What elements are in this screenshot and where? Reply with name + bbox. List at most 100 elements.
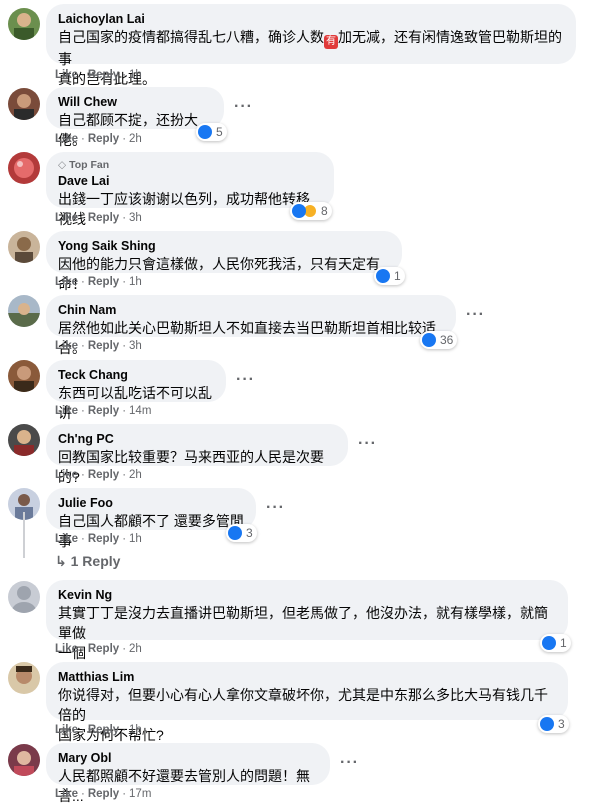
like-link[interactable]: Like bbox=[55, 724, 78, 736]
reply-link[interactable]: Reply bbox=[88, 643, 119, 655]
more-options-button[interactable]: ··· bbox=[236, 371, 255, 389]
reaction-summary[interactable]: 5 bbox=[196, 123, 227, 141]
reaction-summary[interactable]: 1 bbox=[374, 267, 405, 285]
avatar[interactable] bbox=[8, 581, 40, 613]
reply-link[interactable]: Reply bbox=[88, 469, 119, 481]
timestamp[interactable]: 3h bbox=[129, 340, 142, 352]
comment-author[interactable]: Dave Lai bbox=[58, 173, 322, 189]
comment-author[interactable]: Kevin Ng bbox=[58, 587, 556, 603]
avatar[interactable] bbox=[8, 360, 40, 392]
top-fan-label: Top Fan bbox=[69, 159, 110, 171]
comment-bubble: ◇ Top Fan Dave Lai 出錢一丁应该谢谢以色列，成功帮他转移视线 bbox=[46, 152, 334, 227]
timestamp[interactable]: 2h bbox=[129, 133, 142, 145]
reply-link[interactable]: Reply bbox=[88, 276, 119, 288]
more-options-button[interactable]: ··· bbox=[358, 435, 377, 453]
emoji-badge: 有 bbox=[324, 35, 338, 49]
timestamp[interactable]: 1h bbox=[129, 276, 142, 288]
reaction-summary[interactable]: 3 bbox=[538, 715, 569, 733]
avatar[interactable] bbox=[8, 8, 40, 40]
comment-author[interactable]: Ch'ng PC bbox=[58, 431, 336, 447]
like-icon bbox=[542, 636, 556, 650]
timestamp[interactable]: 3h bbox=[129, 212, 142, 224]
reply-link[interactable]: Reply bbox=[88, 724, 119, 736]
like-link[interactable]: Like bbox=[55, 643, 78, 655]
reply-link[interactable]: Reply bbox=[88, 788, 119, 800]
timestamp[interactable]: 2h bbox=[129, 643, 142, 655]
more-options-button[interactable]: ··· bbox=[234, 98, 253, 116]
avatar[interactable] bbox=[8, 295, 40, 327]
reply-link[interactable]: Reply bbox=[88, 533, 119, 545]
like-link[interactable]: Like bbox=[55, 788, 78, 800]
timestamp[interactable]: 1h bbox=[129, 69, 142, 81]
like-link[interactable]: Like bbox=[55, 276, 78, 288]
like-link[interactable]: Like bbox=[55, 340, 78, 352]
timestamp[interactable]: 17m bbox=[129, 788, 151, 800]
timestamp[interactable]: 1h bbox=[129, 533, 142, 545]
comment-author[interactable]: Will Chew bbox=[58, 94, 212, 110]
more-options-button[interactable]: ··· bbox=[340, 754, 359, 772]
separator: · bbox=[122, 643, 127, 655]
comment-actions: Like · Reply · 3h bbox=[55, 340, 142, 352]
like-link[interactable]: Like bbox=[55, 212, 78, 224]
comment-author[interactable]: Matthias Lim bbox=[58, 669, 556, 685]
avatar[interactable] bbox=[8, 152, 40, 184]
reaction-count: 8 bbox=[321, 204, 328, 218]
reaction-count: 36 bbox=[440, 333, 454, 347]
comment-author[interactable]: Laichoylan Lai bbox=[58, 11, 564, 27]
avatar[interactable] bbox=[8, 231, 40, 263]
comment-actions: Like · Reply · 3h bbox=[55, 212, 142, 224]
reply-link[interactable]: Reply bbox=[88, 405, 119, 417]
comment-text: 自己国家的疫情都搞得乱七八糟，确诊人数有加无减，还有闲情逸致管巴勒斯坦的事 bbox=[58, 27, 564, 69]
view-replies-link[interactable]: ↳ 1 Reply bbox=[55, 553, 120, 570]
like-link[interactable]: Like bbox=[55, 69, 78, 81]
like-icon bbox=[540, 717, 554, 731]
avatar[interactable] bbox=[8, 662, 40, 694]
reply-link[interactable]: Reply bbox=[88, 69, 119, 81]
avatar[interactable] bbox=[8, 424, 40, 456]
comment-actions: Like · Reply · 1h bbox=[55, 533, 142, 545]
reaction-summary[interactable]: 36 bbox=[420, 331, 458, 349]
comment-text: 自己国人都顧不了 還要多管閒事 bbox=[58, 513, 244, 549]
reply-link[interactable]: Reply bbox=[88, 133, 119, 145]
like-link[interactable]: Like bbox=[55, 469, 78, 481]
comment-text: 因他的能力只會這樣做，人民你死我活，只有天定有命！ bbox=[58, 256, 380, 292]
comment-bubble: Matthias Lim 你说得对，但要小心有心人拿你文章破坏你，尤其是中东那么… bbox=[46, 662, 568, 743]
comment-text: 人民都照顧不好還要去管別人的問題！無言... bbox=[58, 768, 310, 804]
comment-author[interactable]: Teck Chang bbox=[58, 367, 214, 383]
separator: · bbox=[81, 405, 85, 417]
timestamp[interactable]: 14m bbox=[129, 405, 151, 417]
more-options-button[interactable]: ··· bbox=[466, 306, 485, 324]
comment-actions: Like · Reply · 1h bbox=[55, 276, 142, 288]
reaction-summary[interactable]: 3 bbox=[226, 524, 257, 542]
separator: · bbox=[81, 724, 85, 736]
comment-actions: Like · Reply · 2h bbox=[55, 133, 142, 145]
separator: · bbox=[81, 788, 85, 800]
separator: · bbox=[122, 212, 127, 224]
separator: · bbox=[122, 69, 127, 81]
more-options-button[interactable]: ··· bbox=[266, 499, 285, 517]
comment-text-part: 自己国家的疫情都搞得乱七八糟，确诊人数 bbox=[58, 29, 324, 45]
comment-actions: Like · Reply · 14m bbox=[55, 405, 151, 417]
comment-text: 其實丁丁是沒力去直播讲巴勒斯坦，但老馬做了，他沒办法，就有樣學樣，就簡單做 bbox=[58, 605, 548, 641]
reply-link[interactable]: Reply bbox=[88, 212, 119, 224]
comment-author[interactable]: Mary Obl bbox=[58, 750, 318, 766]
timestamp[interactable]: 2h bbox=[129, 469, 142, 481]
reaction-summary[interactable]: 8 bbox=[290, 202, 332, 220]
comment-bubble: Laichoylan Lai 自己国家的疫情都搞得乱七八糟，确诊人数有加无减，还… bbox=[46, 4, 576, 87]
comment-author[interactable]: Yong Saik Shing bbox=[58, 238, 390, 254]
comment-bubble: Will Chew 自己都顾不掟，还扮大佬。 bbox=[46, 87, 224, 148]
reaction-count: 1 bbox=[394, 269, 401, 283]
avatar[interactable] bbox=[8, 744, 40, 776]
like-icon bbox=[376, 269, 390, 283]
reply-link[interactable]: Reply bbox=[88, 340, 119, 352]
comment-author[interactable]: Julie Foo bbox=[58, 495, 244, 511]
comment-author[interactable]: Chin Nam bbox=[58, 302, 444, 318]
comment-bubble: Yong Saik Shing 因他的能力只會這樣做，人民你死我活，只有天定有命… bbox=[46, 231, 402, 292]
comment-actions: Like · Reply · 17m bbox=[55, 788, 151, 800]
like-link[interactable]: Like bbox=[55, 133, 78, 145]
timestamp[interactable]: 1h bbox=[129, 724, 142, 736]
avatar[interactable] bbox=[8, 88, 40, 120]
like-link[interactable]: Like bbox=[55, 533, 78, 545]
like-link[interactable]: Like bbox=[55, 405, 78, 417]
reaction-summary[interactable]: 1 bbox=[540, 634, 571, 652]
